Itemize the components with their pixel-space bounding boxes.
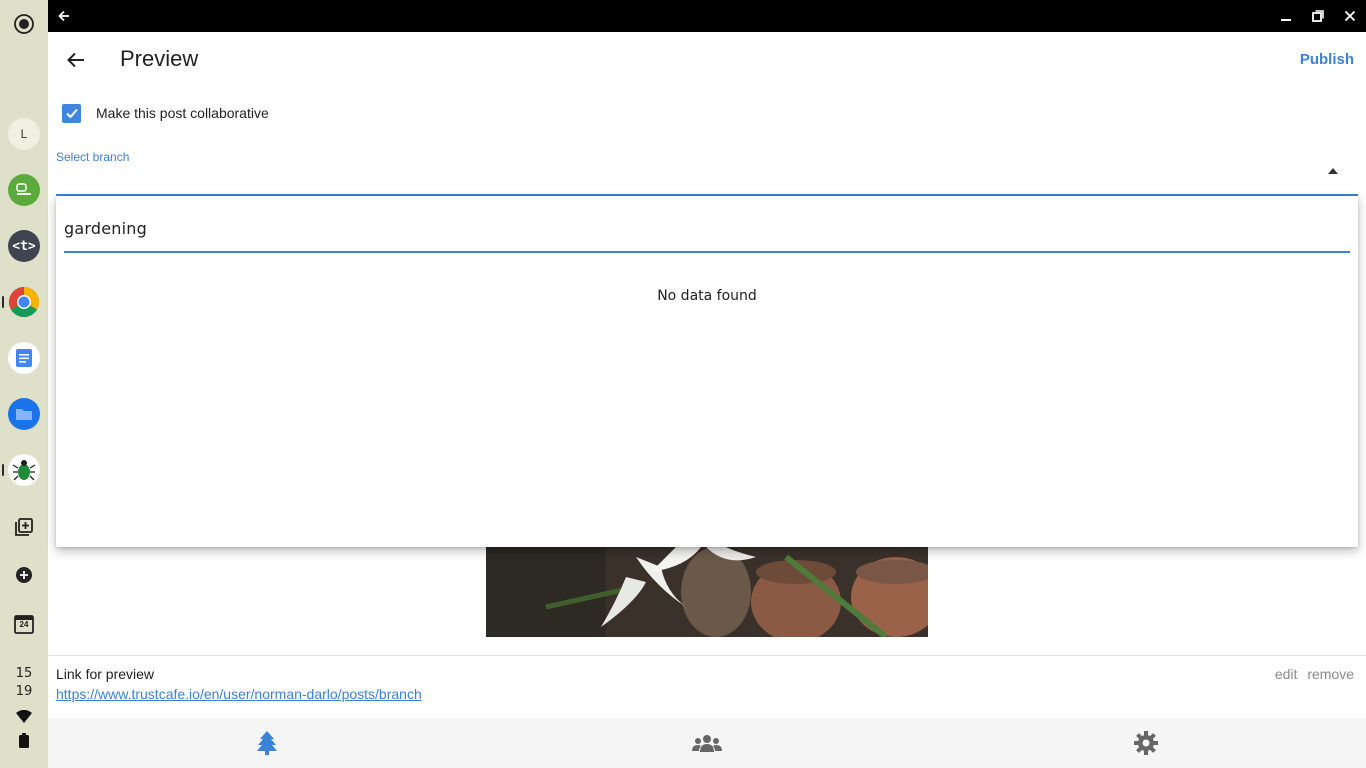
- gear-icon: [1134, 731, 1158, 755]
- close-window-button[interactable]: [1334, 0, 1366, 32]
- running-indicator: [2, 464, 4, 476]
- running-indicator: [2, 296, 4, 308]
- collaborative-label: Make this post collaborative: [96, 105, 269, 121]
- back-button[interactable]: [62, 46, 90, 74]
- code-app[interactable]: <t>: [8, 230, 40, 262]
- battery-icon: [19, 733, 29, 753]
- flower-photo: [486, 547, 928, 637]
- post-image: [486, 547, 928, 637]
- preview-link-section: Link for preview https://www.trustcafe.i…: [48, 655, 1366, 717]
- close-icon: [1344, 10, 1356, 22]
- library-add-icon: [15, 518, 33, 536]
- add-circle-icon: [16, 567, 32, 583]
- beetle-app[interactable]: [8, 454, 40, 486]
- branch-select-label: Select branch: [56, 150, 130, 164]
- branch-dropdown-menu: No data found: [56, 196, 1358, 547]
- calendar-day: 24: [19, 620, 29, 629]
- branch-search-input[interactable]: [64, 210, 1350, 246]
- app-shelf: L <t> 24 15 19: [0, 0, 48, 768]
- avatar-letter: L: [20, 127, 28, 141]
- launcher-button[interactable]: [8, 8, 40, 40]
- files-app[interactable]: [8, 398, 40, 430]
- beetle-icon: [12, 460, 36, 481]
- preview-url-link[interactable]: https://www.trustcafe.io/en/user/norman-…: [56, 686, 422, 702]
- chrome-icon: [8, 287, 40, 318]
- remove-link-button[interactable]: remove: [1307, 666, 1354, 682]
- caret-up-icon[interactable]: [1328, 168, 1338, 174]
- account-avatar[interactable]: L: [8, 118, 40, 150]
- branch-search-field[interactable]: [64, 210, 1350, 253]
- people-icon: [692, 735, 722, 752]
- code-tag-icon: <t>: [12, 238, 36, 254]
- checkmark-icon: [65, 108, 78, 119]
- clock-hour: 15: [15, 666, 33, 681]
- minimize-button[interactable]: [1270, 0, 1302, 32]
- nav-settings-button[interactable]: [1131, 728, 1161, 758]
- collaborative-checkbox[interactable]: [62, 103, 81, 123]
- minimize-icon: [1281, 19, 1291, 21]
- nav-people-button[interactable]: [692, 728, 722, 758]
- add-app-button[interactable]: [8, 559, 40, 591]
- tree-icon: [257, 731, 277, 755]
- docs-icon: [16, 349, 32, 367]
- chrome-app[interactable]: [8, 286, 40, 318]
- link-actions: edit remove: [1269, 666, 1354, 682]
- calendar-app[interactable]: 24: [8, 608, 40, 640]
- wifi-icon: [16, 709, 32, 729]
- restore-button[interactable]: [1302, 0, 1334, 32]
- page-title: Preview: [120, 46, 199, 71]
- folder-icon: [16, 409, 32, 420]
- titlebar-back-button[interactable]: [48, 0, 80, 32]
- borrow-box-app[interactable]: [8, 174, 40, 206]
- launcher-icon: [14, 14, 34, 34]
- add-to-library-app[interactable]: [8, 511, 40, 543]
- no-data-message: No data found: [657, 288, 757, 304]
- restore-icon: [1312, 10, 1324, 22]
- nav-tree-button[interactable]: [252, 728, 282, 758]
- window-titlebar: [48, 0, 1366, 32]
- collaborative-checkbox-row[interactable]: Make this post collaborative: [62, 102, 269, 124]
- edit-link-button[interactable]: edit: [1275, 666, 1298, 682]
- link-title: Link for preview: [56, 666, 155, 682]
- publish-button[interactable]: Publish: [1300, 51, 1354, 68]
- branch-select[interactable]: Select branch: [56, 144, 1358, 196]
- clock-minute: 19: [15, 684, 33, 699]
- app-header: Preview Publish: [48, 32, 1366, 88]
- arrow-left-icon: [67, 52, 84, 68]
- docs-app[interactable]: [8, 342, 40, 374]
- borrow-box-icon: [16, 183, 31, 195]
- bottom-navigation: [48, 718, 1366, 768]
- arrow-left-icon: [58, 10, 69, 22]
